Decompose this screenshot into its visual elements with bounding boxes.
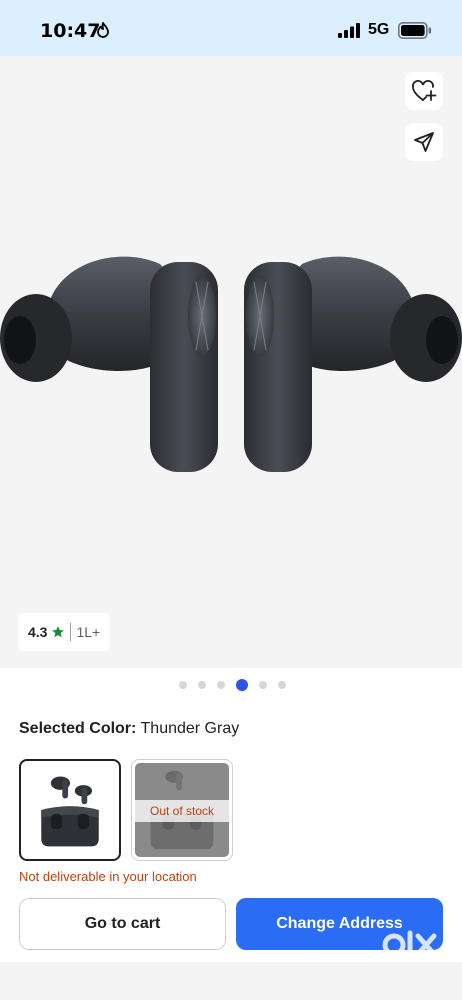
bottom-bar	[0, 962, 462, 1000]
share-button[interactable]	[405, 123, 443, 161]
out-of-stock-badge: Out of stock	[135, 800, 229, 822]
share-arrow-icon	[414, 132, 434, 152]
star-icon	[52, 626, 65, 638]
delivery-warning: Not deliverable in your location	[19, 869, 197, 884]
product-image-gallery[interactable]: 4.3 1L+	[0, 56, 462, 668]
pagination-dot[interactable]	[179, 681, 187, 689]
battery-icon	[398, 22, 432, 39]
add-to-wishlist-button[interactable]	[405, 72, 443, 110]
pagination-dot[interactable]	[217, 681, 225, 689]
pagination-dot[interactable]	[259, 681, 267, 689]
earbuds-product-image	[0, 256, 462, 472]
divider	[70, 623, 72, 641]
gallery-pagination	[0, 678, 462, 692]
color-option-out-of-stock[interactable]: Out of stock	[131, 759, 233, 861]
network-type: 5G	[368, 21, 390, 38]
pagination-dot[interactable]	[198, 681, 206, 689]
rating-value: 4.3	[28, 624, 48, 640]
earbuds-case-thumbnail	[24, 764, 116, 856]
selected-color-label: Selected Color:	[19, 720, 137, 737]
heart-plus-icon	[412, 80, 437, 101]
rating-count: 1L+	[76, 624, 101, 640]
color-option-thunder-gray[interactable]	[19, 759, 121, 861]
pagination-dot[interactable]	[278, 681, 286, 689]
go-to-cart-button[interactable]: Go to cart	[19, 898, 226, 950]
rating-badge[interactable]: 4.3 1L+	[18, 613, 111, 651]
hotspot-flame-icon	[97, 22, 109, 38]
selected-color-heading: Selected Color: Thunder Gray	[19, 720, 239, 738]
status-bar: 10:47 5G	[0, 0, 462, 56]
selected-color-value: Thunder Gray	[140, 720, 240, 737]
signal-strength-icon	[338, 23, 360, 38]
clock: 10:47	[40, 20, 101, 42]
pagination-dot-active[interactable]	[236, 679, 248, 691]
